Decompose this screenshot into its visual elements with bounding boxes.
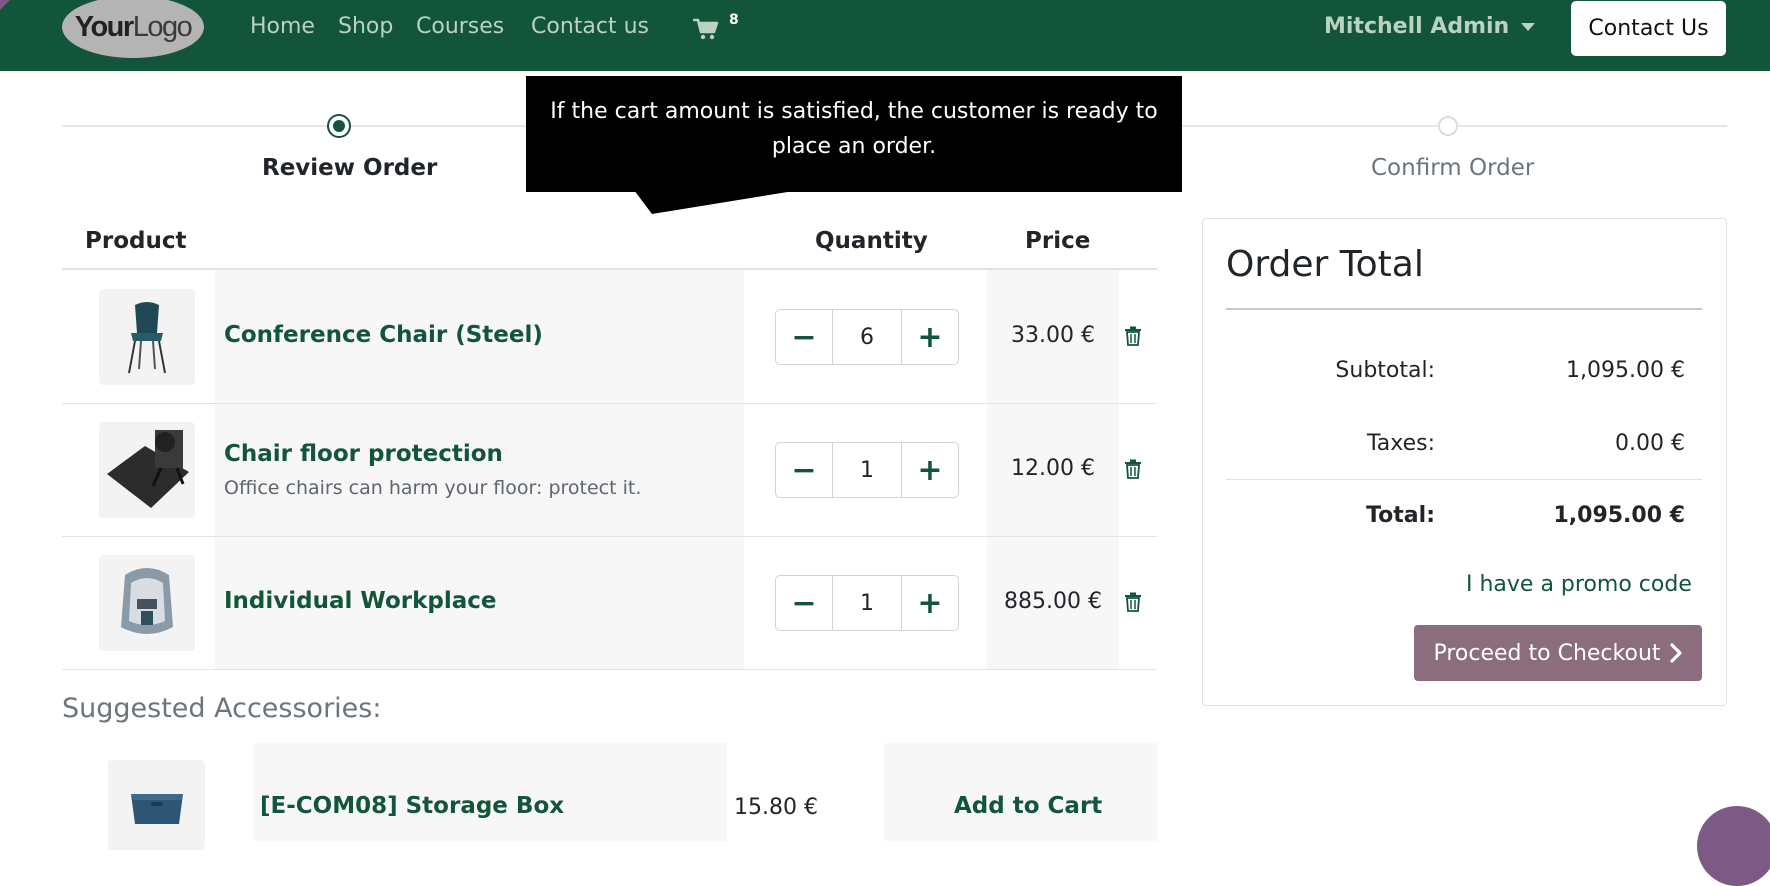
product-price: 12.00 € <box>1011 456 1095 481</box>
step-dot-confirm <box>1438 116 1458 136</box>
quantity-input[interactable] <box>832 576 902 630</box>
nav-link-contact[interactable]: Contact us <box>531 14 649 39</box>
shopping-cart-icon[interactable] <box>693 18 719 40</box>
header-quantity: Quantity <box>815 228 928 254</box>
quantity-stepper: − + <box>775 309 959 365</box>
nav-link-courses[interactable]: Courses <box>416 14 504 39</box>
trash-icon[interactable] <box>1124 459 1142 479</box>
trash-icon[interactable] <box>1124 592 1142 612</box>
product-price: 885.00 € <box>1004 589 1102 614</box>
user-name: Mitchell Admin <box>1324 14 1510 39</box>
header-product: Product <box>85 228 187 254</box>
order-title-divider <box>1226 308 1702 310</box>
site-logo[interactable]: Your Logo <box>62 0 204 58</box>
step-dot-review <box>327 114 351 138</box>
corner-tab <box>0 0 10 10</box>
plus-icon[interactable]: + <box>902 443 958 497</box>
order-total-title: Order Total <box>1226 244 1424 285</box>
minus-icon[interactable]: − <box>776 310 832 364</box>
total-label: Total: <box>1366 503 1435 528</box>
suggested-name-bg <box>253 743 727 841</box>
add-to-cart-button[interactable]: Add to Cart <box>954 793 1102 819</box>
trash-icon[interactable] <box>1124 326 1142 346</box>
guide-tooltip: If the cart amount is satisfied, the cus… <box>526 76 1182 192</box>
taxes-value: 0.00 € <box>1615 431 1685 456</box>
table-header-divider <box>62 268 1157 270</box>
nav-link-shop[interactable]: Shop <box>338 14 393 39</box>
minus-icon[interactable]: − <box>776 443 832 497</box>
header-price: Price <box>1025 228 1091 254</box>
quantity-stepper: − + <box>775 442 959 498</box>
taxes-label: Taxes: <box>1366 431 1435 456</box>
total-divider <box>1226 479 1702 480</box>
workpod-icon[interactable] <box>99 555 195 651</box>
user-menu-dropdown[interactable]: Mitchell Admin <box>1324 14 1536 39</box>
product-name-link[interactable]: Conference Chair (Steel) <box>224 322 543 348</box>
product-description: Office chairs can harm your floor: prote… <box>224 477 642 499</box>
checkout-button-label: Proceed to Checkout <box>1433 640 1661 666</box>
logo-text-logo: Logo <box>132 10 193 43</box>
step-label-review: Review Order <box>262 155 438 181</box>
product-name-link[interactable]: Chair floor protection <box>224 441 503 467</box>
cart-count-badge: 8 <box>729 12 739 28</box>
suggested-accessories-title: Suggested Accessories: <box>62 693 382 724</box>
caret-down-icon <box>1521 23 1536 31</box>
quantity-stepper: − + <box>775 575 959 631</box>
quantity-input[interactable] <box>832 310 902 364</box>
tooltip-pointer <box>634 190 800 214</box>
subtotal-label: Subtotal: <box>1335 358 1435 383</box>
product-name-link[interactable]: Individual Workplace <box>224 588 497 614</box>
proceed-to-checkout-button[interactable]: Proceed to Checkout <box>1414 625 1702 681</box>
product-price: 33.00 € <box>1011 323 1095 348</box>
suggested-product-price: 15.80 € <box>734 795 818 820</box>
suggested-action-bg <box>884 743 1157 841</box>
step-label-confirm: Confirm Order <box>1371 155 1535 181</box>
chat-bubble-button[interactable] <box>1697 806 1770 886</box>
chevron-right-icon <box>1669 643 1682 663</box>
plus-icon[interactable]: + <box>902 310 958 364</box>
floor-mat-icon[interactable] <box>99 422 195 518</box>
row-divider <box>62 669 1157 670</box>
chair-icon[interactable] <box>99 289 195 385</box>
quantity-input[interactable] <box>832 443 902 497</box>
total-value: 1,095.00 € <box>1553 503 1685 528</box>
minus-icon[interactable]: − <box>776 576 832 630</box>
storage-box-icon[interactable] <box>108 760 205 850</box>
promo-code-link[interactable]: I have a promo code <box>1466 572 1692 597</box>
contact-us-button[interactable]: Contact Us <box>1571 1 1726 56</box>
row-divider <box>62 536 1157 537</box>
top-navbar: Your Logo Home Shop Courses Contact us 8 … <box>0 0 1770 71</box>
suggested-product-name[interactable]: [E-COM08] Storage Box <box>260 793 564 819</box>
plus-icon[interactable]: + <box>902 576 958 630</box>
row-divider <box>62 403 1157 404</box>
logo-text-your: Your <box>74 10 134 43</box>
subtotal-value: 1,095.00 € <box>1566 358 1685 383</box>
nav-link-home[interactable]: Home <box>250 14 315 39</box>
